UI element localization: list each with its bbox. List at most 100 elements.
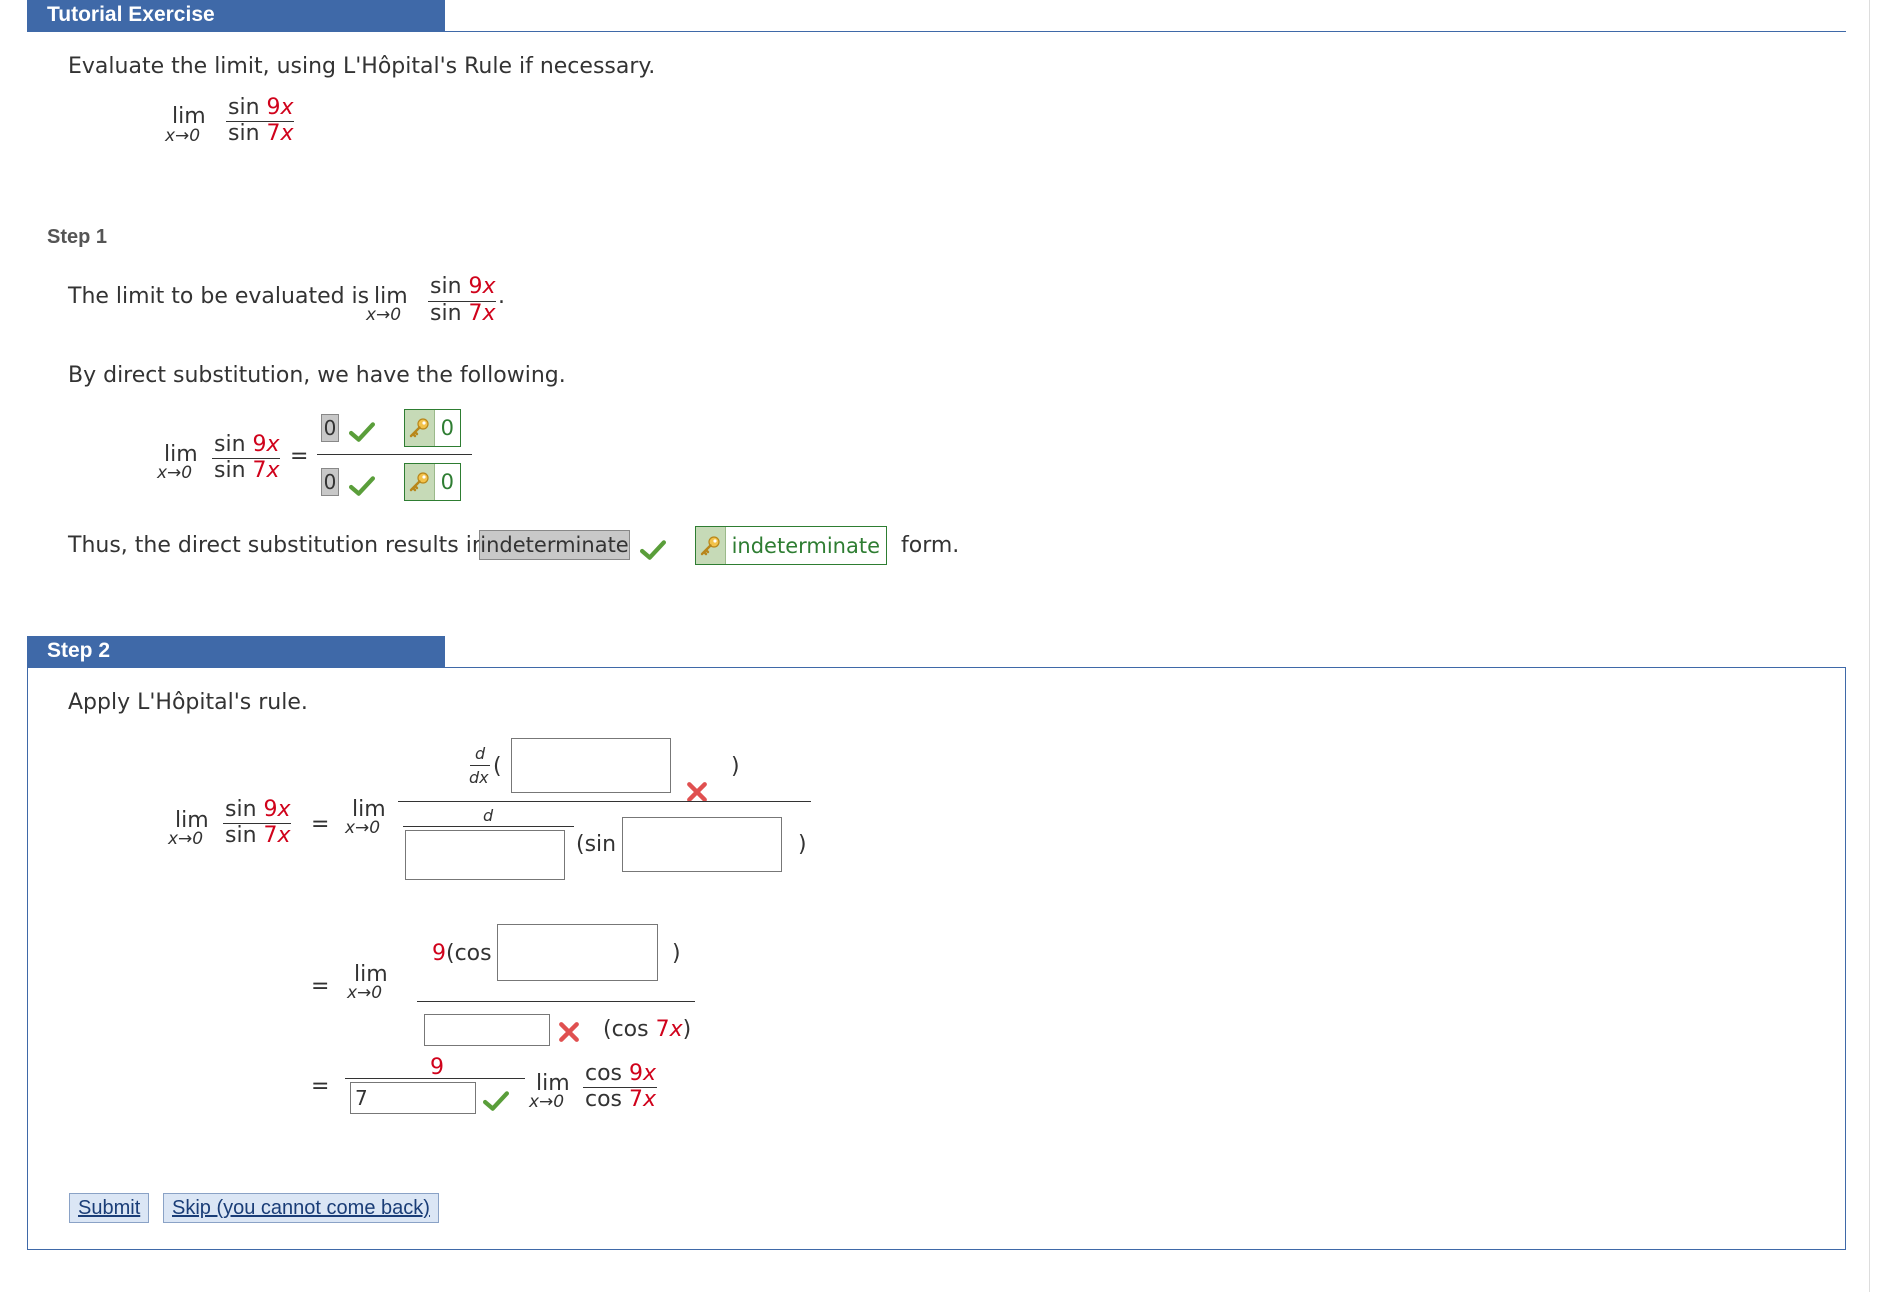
- check-icon: [349, 421, 375, 443]
- equals-sign: =: [311, 974, 330, 999]
- tutorial-title: Tutorial Exercise: [47, 3, 215, 26]
- close-paren: ): [731, 754, 740, 779]
- numerator-fn: sin: [225, 797, 264, 822]
- denominator-var: x: [266, 458, 280, 483]
- main-fraction-bar: [398, 801, 811, 802]
- numerator: sin 9x: [214, 432, 280, 457]
- numerator-fn: sin: [430, 274, 469, 299]
- final-denominator-input[interactable]: 7: [350, 1082, 476, 1114]
- denominator: sin 7x: [225, 823, 291, 848]
- step1-label: Step 1: [47, 226, 108, 248]
- step2-title: Step 2: [47, 639, 111, 662]
- denominator-coef: 7: [266, 121, 281, 146]
- cos-denominator: (cos 7x): [603, 1017, 691, 1042]
- numerator-answer-field[interactable]: 0: [321, 414, 339, 442]
- denominator-answer-field[interactable]: 0: [321, 468, 339, 496]
- denominator-coef: 7: [263, 823, 278, 848]
- numerator-derivative-input[interactable]: [511, 738, 671, 793]
- check-icon: [483, 1090, 509, 1112]
- denominator-answer-key: 0: [404, 463, 461, 501]
- denominator-coef: 7: [629, 1087, 644, 1112]
- denominator: sin 7x: [430, 301, 496, 326]
- cos-open: (cos: [446, 941, 492, 966]
- denominator-fn: sin: [430, 301, 469, 326]
- numerator-coef: 9: [263, 797, 278, 822]
- denominator-coef: 7: [252, 458, 267, 483]
- equals-sign: =: [311, 1074, 330, 1099]
- denominator-var: x: [643, 1087, 657, 1112]
- page-edge-rule: [1869, 0, 1878, 1292]
- equals-sign: =: [290, 444, 309, 469]
- denominator-var: x: [277, 823, 291, 848]
- numerator-coef: 9: [468, 274, 483, 299]
- thus-text: Thus, the direct substitution results in: [68, 533, 486, 558]
- cos-den-fn: (cos: [603, 1017, 656, 1042]
- den-var: x: [669, 1017, 683, 1042]
- numerator-fn: sin: [228, 95, 267, 120]
- lim-approach: x→0: [529, 1092, 565, 1112]
- numerator-var: x: [277, 797, 291, 822]
- lim-approach: x→0: [347, 983, 383, 1003]
- final-numerator: 9: [430, 1055, 444, 1080]
- key-value: 0: [440, 416, 454, 440]
- numerator-coef: 9: [252, 432, 267, 457]
- apply-rule-text: Apply L'Hôpital's rule.: [68, 690, 308, 715]
- cross-icon: [558, 1021, 580, 1043]
- numerator-var: x: [482, 274, 496, 299]
- numerator-coef: 9: [629, 1061, 644, 1086]
- numerator: sin 9x: [228, 95, 294, 120]
- numerator-var: x: [266, 432, 280, 457]
- numerator-fn: sin: [214, 432, 253, 457]
- numerator: sin 9x: [225, 797, 291, 822]
- tutorial-header: Tutorial Exercise: [27, 0, 445, 31]
- key-icon: [405, 410, 435, 446]
- coef-nine: 9: [432, 941, 446, 966]
- cos-coefficient-input[interactable]: [424, 1014, 550, 1046]
- denominator-coef: 7: [468, 301, 483, 326]
- form-answer-key: indeterminate: [695, 526, 887, 565]
- close-paren: ): [798, 832, 807, 857]
- form-word: form.: [901, 533, 960, 558]
- instruction-text: Evaluate the limit, using L'Hôpital's Ru…: [68, 54, 656, 79]
- step1-sentence: The limit to be evaluated is: [68, 284, 370, 309]
- lim-approach: x→0: [345, 818, 381, 838]
- direct-sub-text: By direct substitution, we have the foll…: [68, 363, 566, 388]
- lim-approach: x→0: [165, 126, 201, 146]
- step2-header: Step 2: [27, 636, 445, 667]
- close-paren: ): [672, 941, 681, 966]
- denominator-fn: sin: [214, 458, 253, 483]
- skip-button[interactable]: Skip (you cannot come back): [163, 1193, 439, 1223]
- key-value: 0: [440, 470, 454, 494]
- lim-approach: x→0: [157, 463, 193, 483]
- denominator-sin-input[interactable]: [622, 817, 782, 872]
- numerator-var: x: [643, 1061, 657, 1086]
- key-icon: [405, 464, 435, 500]
- sin-open: (sin: [576, 832, 617, 857]
- open-paren: (: [493, 754, 502, 779]
- denominator-variable-input[interactable]: [405, 830, 565, 880]
- cross-icon: [686, 781, 708, 803]
- denominator: sin 7x: [214, 458, 280, 483]
- cos-argument-input[interactable]: [497, 924, 658, 981]
- denominator-fn: sin: [228, 121, 267, 146]
- submit-button[interactable]: Submit: [69, 1193, 150, 1223]
- check-icon: [349, 475, 375, 497]
- substitution-fraction-bar: [317, 454, 472, 455]
- lim-approach: x→0: [366, 305, 402, 325]
- denominator-fn: sin: [225, 823, 264, 848]
- numerator-coef: 9: [266, 95, 281, 120]
- d-symbol: d: [475, 744, 486, 763]
- cos-denominator: cos 7x: [585, 1087, 656, 1112]
- header-rule: [27, 31, 1846, 32]
- cos-fn: cos: [585, 1061, 630, 1086]
- denominator-var: x: [482, 301, 496, 326]
- cos-numerator: 9(cos: [432, 941, 492, 966]
- d-bar: [403, 826, 574, 827]
- cos-fn: cos: [585, 1087, 630, 1112]
- cos-den-close: ): [682, 1017, 692, 1042]
- d-symbol: d: [483, 806, 494, 825]
- form-answer-field[interactable]: indeterminate: [479, 530, 630, 560]
- cos-numerator: cos 9x: [585, 1061, 656, 1086]
- numerator-answer-key: 0: [404, 409, 461, 447]
- key-icon: [696, 527, 726, 564]
